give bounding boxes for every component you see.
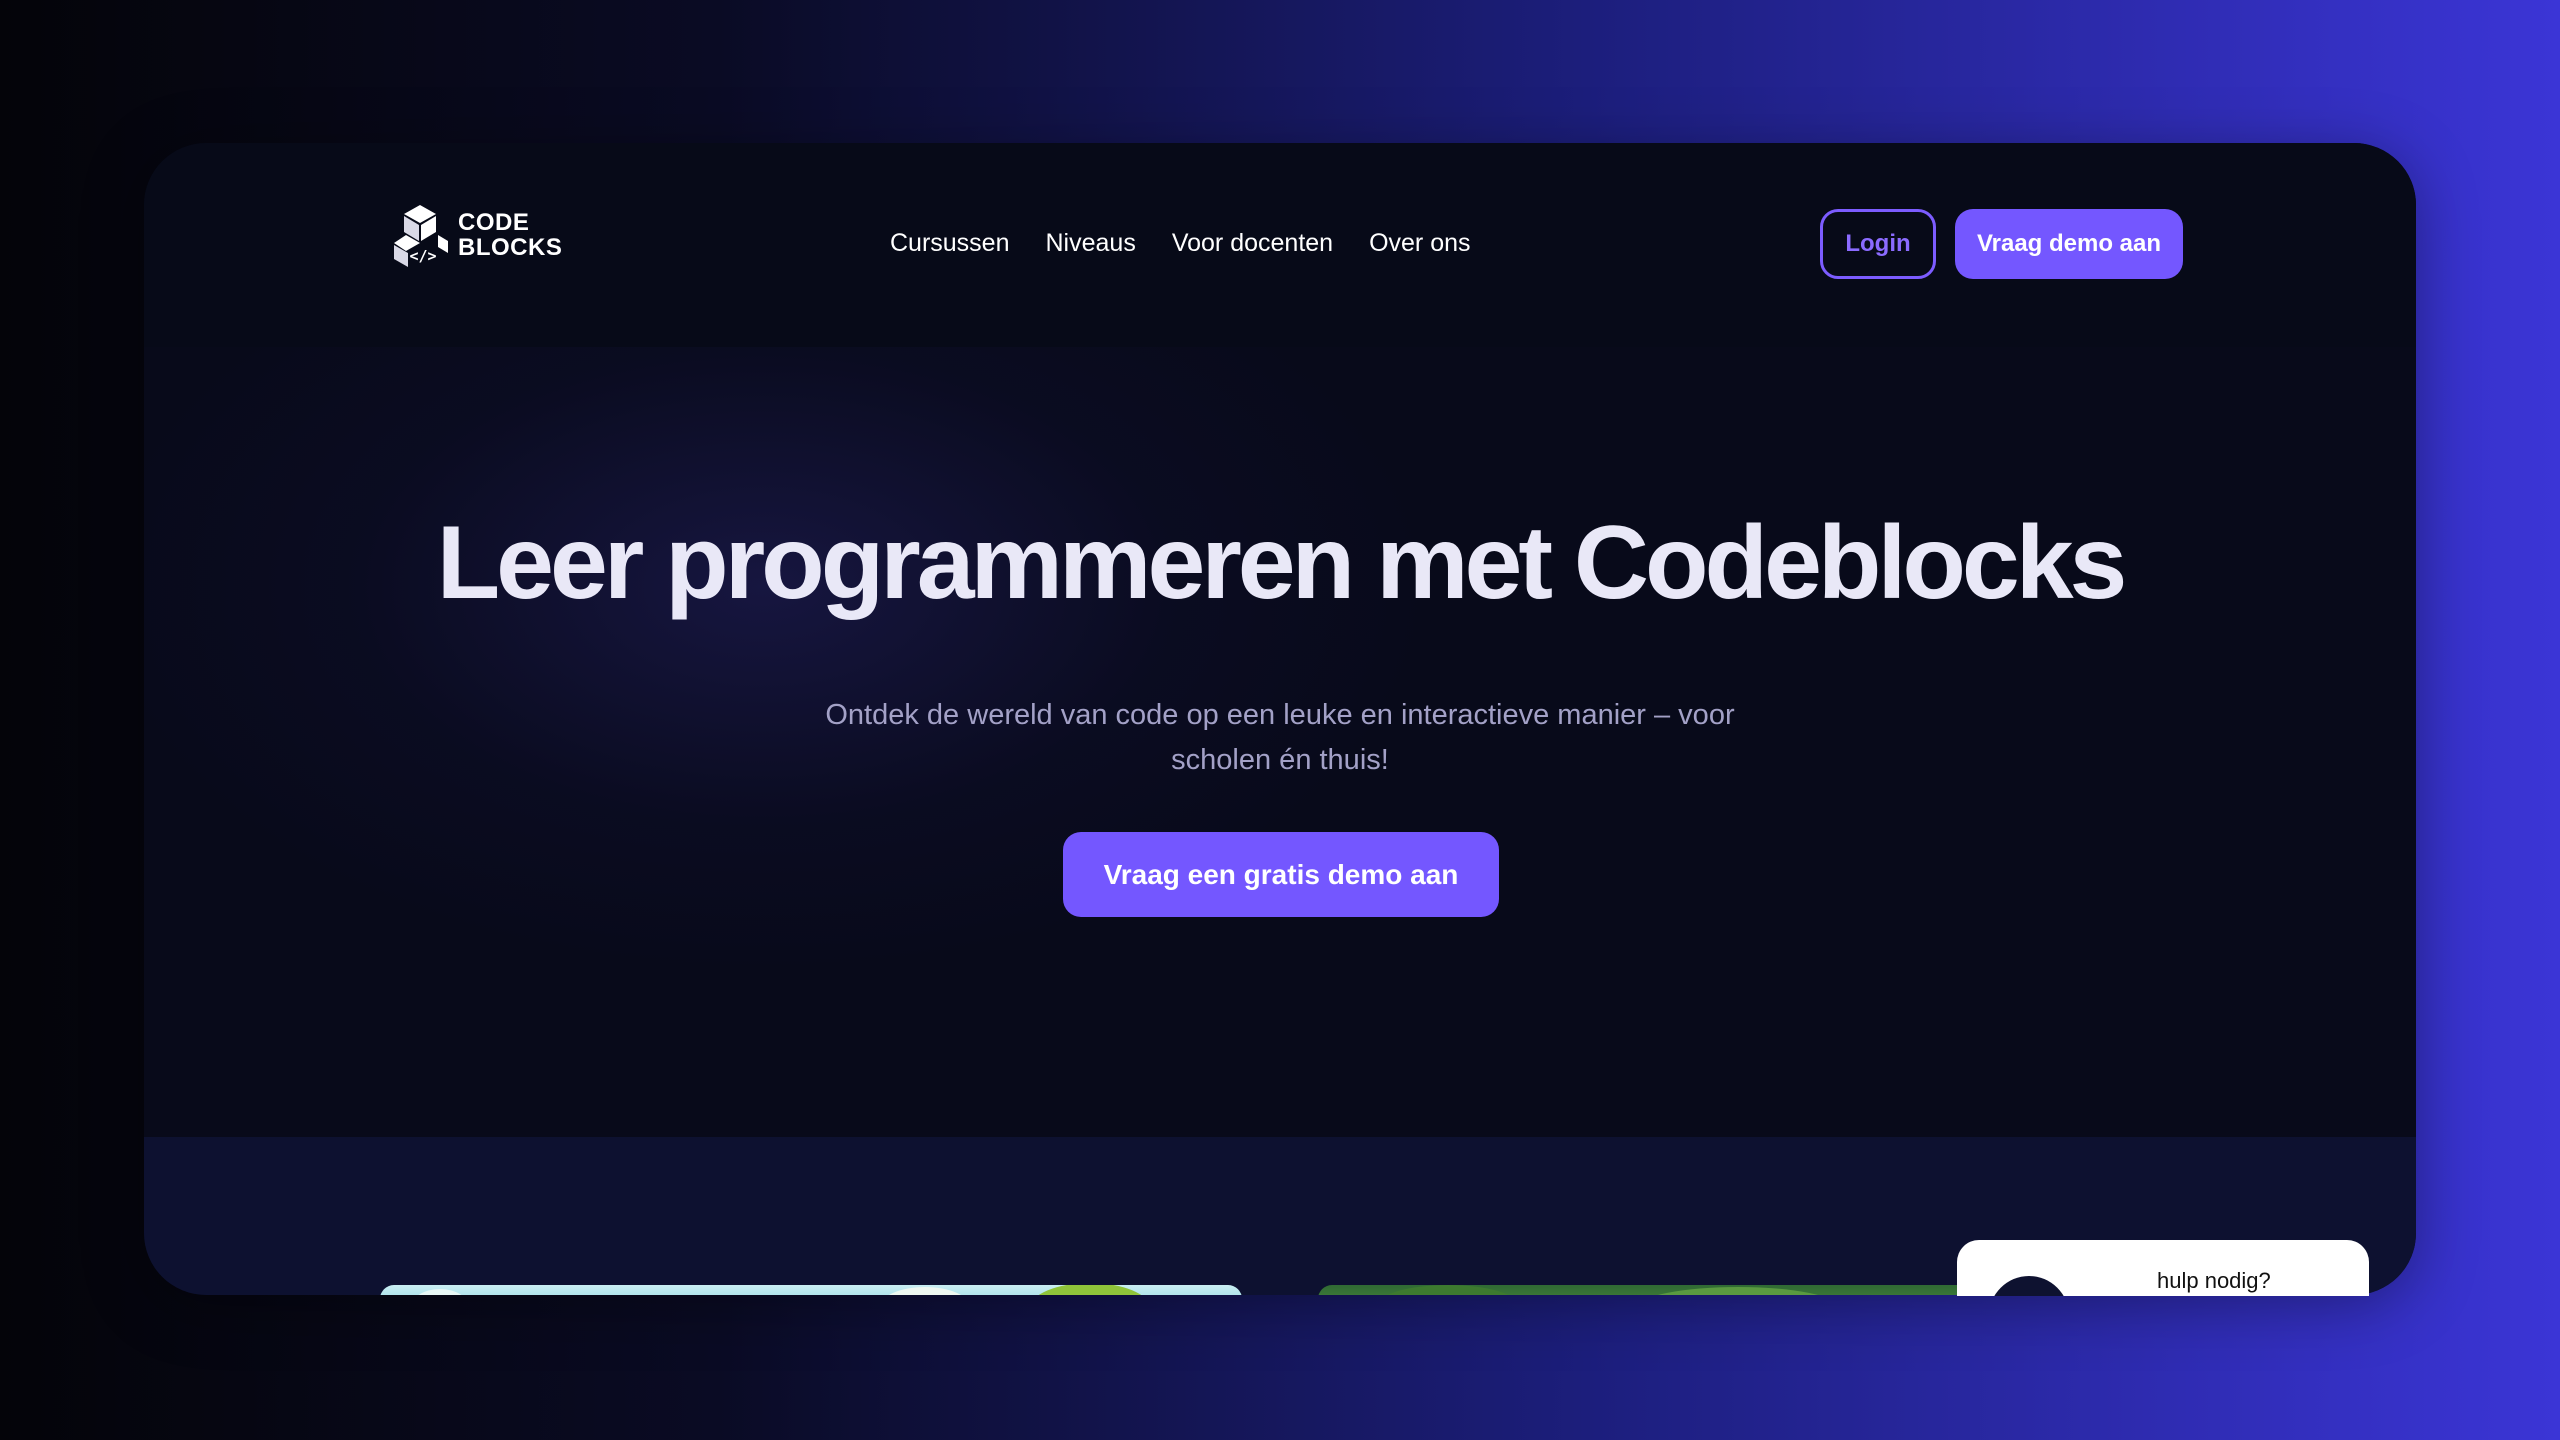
main-nav: Cursussen Niveaus Voor docenten Over ons xyxy=(890,225,1471,261)
help-widget-panel[interactable]: hulp nodig? xyxy=(1957,1240,2369,1296)
nav-link-voor-docenten[interactable]: Voor docenten xyxy=(1172,225,1333,261)
cube-code-icon: </> xyxy=(392,203,448,269)
svg-text:</>: </> xyxy=(409,247,436,265)
login-button[interactable]: Login xyxy=(1820,209,1936,279)
hero-title: Leer programmeren met Codeblocks xyxy=(436,505,2128,621)
nav-link-niveaus[interactable]: Niveaus xyxy=(1046,225,1136,261)
nav-link-over-ons[interactable]: Over ons xyxy=(1369,225,1470,261)
course-card-preview-1[interactable] xyxy=(380,1285,1242,1295)
help-label: hulp nodig? xyxy=(2157,1268,2271,1293)
help-widget-clip: hulp nodig? xyxy=(1957,1240,2369,1296)
free-demo-button[interactable]: Vraag een gratis demo aan xyxy=(1063,832,1499,917)
top-navbar: </> CODE BLOCKS Cursussen Niveaus Voor d… xyxy=(144,143,2416,347)
logo-line-blocks: BLOCKS xyxy=(458,234,563,261)
logo[interactable]: </> CODE BLOCKS xyxy=(392,203,562,269)
help-avatar xyxy=(1989,1276,2069,1296)
hero-subtitle: Ontdek de wereld van code op een leuke e… xyxy=(825,699,1735,776)
logo-line-code: CODE xyxy=(458,209,530,236)
request-demo-button[interactable]: Vraag demo aan xyxy=(1955,209,2183,279)
logo-wordmark: CODE BLOCKS xyxy=(458,211,562,261)
nav-link-cursussen[interactable]: Cursussen xyxy=(890,225,1010,261)
browser-window: </> CODE BLOCKS Cursussen Niveaus Voor d… xyxy=(144,143,2416,1295)
